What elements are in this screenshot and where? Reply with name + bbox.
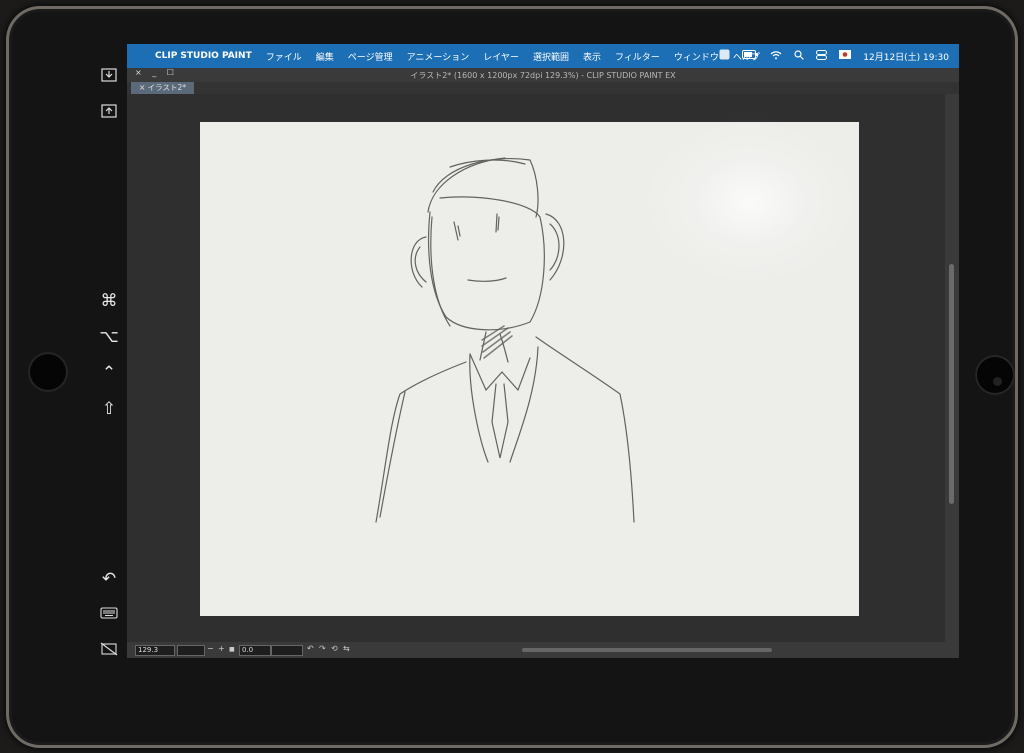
pencil-sketch (375, 157, 635, 523)
menu-clock[interactable]: 12月12日(土) 19:30 (863, 50, 949, 63)
rotation-input[interactable]: 0.0 (239, 645, 271, 656)
front-camera (993, 377, 1002, 386)
drawing-canvas[interactable] (200, 117, 860, 616)
download-tray-icon[interactable] (94, 62, 124, 88)
menu-file[interactable]: ファイル (266, 50, 302, 63)
spotlight-search-icon[interactable] (794, 49, 804, 63)
home-button[interactable] (28, 352, 68, 392)
document-tab[interactable]: × イラスト2* (131, 82, 195, 94)
app-menu[interactable]: CLIP STUDIO PAINT (155, 51, 252, 61)
window-title: イラスト2* (1600 x 1200px 72dpi 129.3%) - CL… (410, 70, 676, 80)
menu-window[interactable]: ウィンドウ (674, 50, 719, 63)
input-source-icon[interactable] (719, 49, 730, 63)
horizontal-scroll-thumb[interactable] (522, 648, 772, 652)
rotation-slider[interactable] (271, 645, 303, 656)
control-center-icon[interactable] (816, 49, 828, 63)
canvas-area[interactable] (127, 94, 945, 642)
shift-key-icon[interactable]: ⇧ (94, 396, 124, 422)
menu-layer[interactable]: レイヤー (483, 50, 519, 63)
vertical-scroll-thumb[interactable] (949, 264, 954, 504)
battery-icon[interactable] (742, 50, 758, 62)
zoom-in-button[interactable]: + (218, 644, 225, 653)
menu-bar: CLIP STUDIO PAINT ファイル 編集 ページ管理 アニメーション … (127, 44, 959, 68)
status-bar: 129.3 − + ■ 0.0 ↶ ↷ ⟲ ⇆ (127, 642, 959, 658)
menu-page[interactable]: ページ管理 (348, 50, 393, 63)
keyboard-icon[interactable] (94, 600, 124, 626)
hide-screen-icon[interactable] (94, 636, 124, 662)
menu-animation[interactable]: アニメーション (407, 50, 470, 63)
rotate-left-icon[interactable]: ↶ (307, 644, 314, 653)
fit-view-button[interactable]: ■ (229, 646, 235, 653)
command-key-icon[interactable]: ⌘ (94, 288, 124, 314)
menu-view[interactable]: 表示 (583, 50, 601, 63)
menu-edit[interactable]: 編集 (316, 50, 334, 63)
undo-icon[interactable]: ↶ (94, 566, 124, 592)
sidecar-sidebar: ⌘ ⌥ ⌃ ⇧ ↶ (86, 52, 132, 672)
reset-rotation-icon[interactable]: ⟲ (331, 644, 338, 653)
control-key-icon[interactable]: ⌃ (94, 360, 124, 386)
flag-icon[interactable] (839, 50, 852, 62)
menu-extras: 12月12日(土) 19:30 (719, 44, 949, 68)
option-key-icon[interactable]: ⌥ (94, 324, 124, 350)
menu-filter[interactable]: フィルター (615, 50, 660, 63)
rotate-right-icon[interactable]: ↷ (319, 644, 326, 653)
window-controls[interactable]: × _ ☐ (135, 68, 178, 77)
zoom-input[interactable]: 129.3 (135, 645, 175, 656)
camera-housing (975, 355, 1015, 395)
menu-selection[interactable]: 選択範囲 (533, 50, 569, 63)
vertical-scrollbar[interactable] (945, 94, 959, 642)
zoom-out-button[interactable]: − (207, 644, 214, 653)
zoom-slider[interactable] (177, 645, 205, 656)
document-tab-bar: × イラスト2* (127, 82, 959, 94)
mac-screen: CLIP STUDIO PAINT ファイル 編集 ページ管理 アニメーション … (127, 44, 959, 658)
upload-tray-icon[interactable] (94, 98, 124, 124)
flip-icon[interactable]: ⇆ (343, 644, 350, 653)
wifi-icon[interactable] (770, 50, 782, 63)
window-titlebar: × _ ☐ イラスト2* (1600 x 1200px 72dpi 129.3%… (127, 68, 959, 82)
